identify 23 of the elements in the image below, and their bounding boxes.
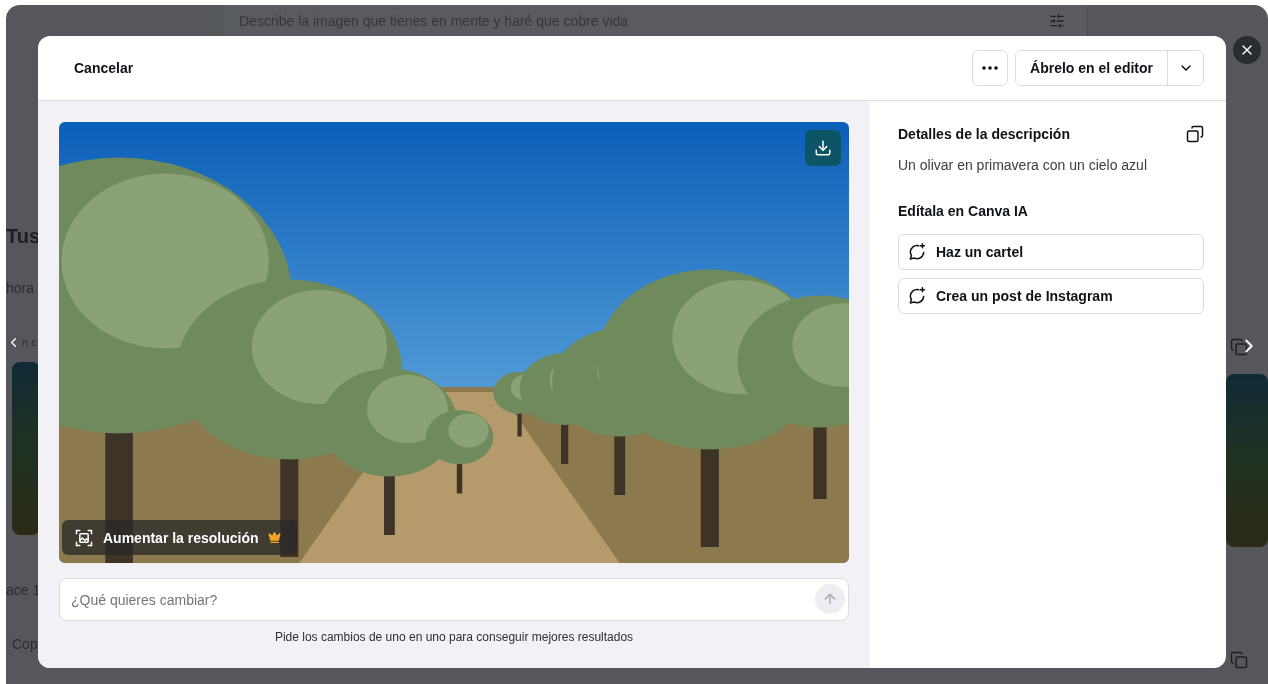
filter-icon[interactable] (1049, 12, 1065, 29)
action-button[interactable]: Haz un cartel (898, 234, 1204, 270)
copy-icon[interactable] (1230, 338, 1248, 356)
action-button[interactable]: Crea un post de Instagram (898, 278, 1204, 314)
close-button[interactable] (1233, 36, 1261, 64)
more-button[interactable] (972, 50, 1009, 86)
copy-icon[interactable] (1186, 125, 1204, 143)
download-icon (814, 139, 832, 157)
upscale-button[interactable]: Aumentar la resolución (62, 520, 297, 555)
hint-text: Pide los cambios de uno en uno para conseguir mejores resultados (274, 630, 634, 644)
dropdown-button[interactable] (1167, 51, 1203, 85)
section-title: Detalles de la descripción (898, 126, 1070, 142)
description-text: Un olivar en primavera con un cielo azul (898, 157, 1148, 173)
chat-sparkle-icon (907, 242, 927, 262)
cancel-button[interactable]: Cancelar (74, 56, 134, 80)
change-request-field[interactable]: ¿Qué quieres cambiar? (59, 578, 849, 621)
more-icon (982, 66, 999, 70)
upscale-icon (74, 527, 94, 548)
download-button[interactable] (805, 130, 841, 166)
page-heading: Tus (6, 225, 40, 248)
section-title: Edítala en Canva IA (898, 203, 1029, 219)
crown-icon (267, 531, 281, 544)
chat-sparkle-icon (907, 286, 927, 306)
